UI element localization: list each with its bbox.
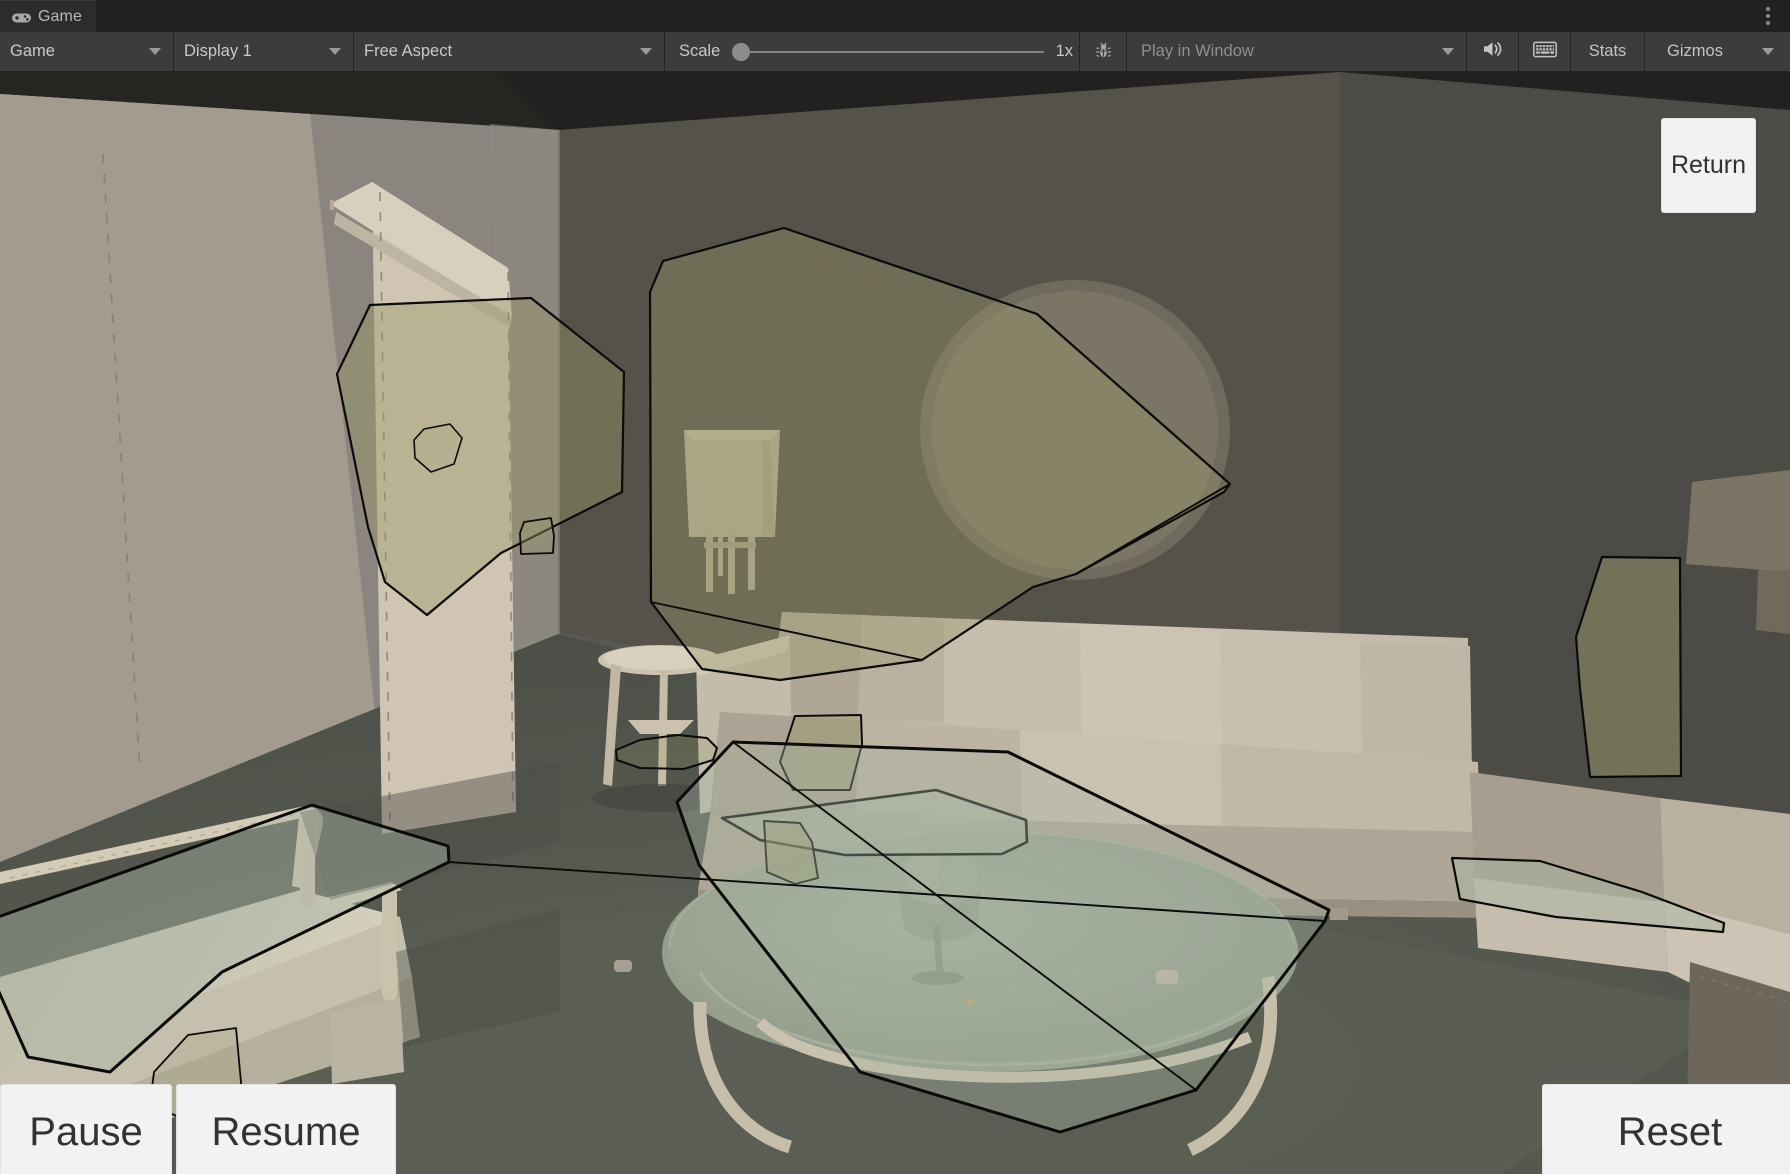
- scale-label: Scale: [679, 42, 721, 60]
- gamepad-icon: [12, 11, 31, 23]
- game-view-toolbar: Game Display 1 Free Aspect Scale 1x Play…: [0, 32, 1790, 72]
- input-shortcuts-toggle[interactable]: [1519, 32, 1571, 71]
- reset-button[interactable]: Reset: [1542, 1084, 1790, 1174]
- speaker-icon: [1482, 40, 1504, 63]
- chevron-down-icon: [1442, 48, 1454, 55]
- chevron-down-icon: [1761, 48, 1774, 55]
- debug-button[interactable]: [1080, 32, 1127, 71]
- bug-icon: [1094, 40, 1113, 64]
- gizmos-dropdown[interactable]: [1745, 32, 1790, 71]
- annotation-polygon-right-wall: [1574, 555, 1683, 779]
- return-button-label: Return: [1670, 151, 1747, 179]
- play-mode-dropdown[interactable]: Play in Window: [1127, 32, 1467, 71]
- chevron-down-icon: [149, 48, 161, 55]
- aspect-ratio-value: Free Aspect: [364, 42, 453, 60]
- reset-button-label: Reset: [1617, 1110, 1723, 1154]
- gizmos-toggle[interactable]: Gizmos: [1645, 32, 1745, 71]
- stats-label: Stats: [1588, 42, 1627, 60]
- kebab-menu-icon[interactable]: [1754, 0, 1782, 32]
- chevron-down-icon: [640, 48, 652, 55]
- display-value: Display 1: [184, 42, 252, 60]
- rendered-3d-scene: [0, 72, 1790, 1174]
- scale-slider-handle[interactable]: [732, 42, 751, 61]
- window-tab-bar: Game: [0, 0, 1790, 32]
- unity-game-window: Game Game Display 1 Free Aspect Scale 1x: [0, 0, 1790, 1174]
- play-mode-value: Play in Window: [1141, 42, 1254, 60]
- tab-game[interactable]: Game: [0, 0, 96, 32]
- game-viewport[interactable]: Return Pause Resume Reset: [0, 72, 1790, 1174]
- resume-button[interactable]: Resume: [176, 1084, 396, 1174]
- stats-toggle[interactable]: Stats: [1571, 32, 1645, 71]
- display-dropdown[interactable]: Display 1: [174, 32, 354, 71]
- mute-audio-toggle[interactable]: [1467, 32, 1519, 71]
- view-mode-dropdown[interactable]: Game: [0, 32, 174, 71]
- aspect-ratio-dropdown[interactable]: Free Aspect: [354, 32, 665, 71]
- tab-game-label: Game: [38, 7, 82, 25]
- keyboard-icon: [1532, 41, 1557, 63]
- scale-slider[interactable]: [732, 42, 1044, 62]
- annotation-polygon-tiny-quad: [519, 517, 555, 555]
- gizmos-label: Gizmos: [1667, 42, 1723, 60]
- scale-slider-track: [741, 50, 1044, 53]
- resume-button-label: Resume: [211, 1110, 361, 1154]
- pause-button-label: Pause: [29, 1110, 143, 1154]
- view-mode-value: Game: [10, 42, 55, 60]
- pause-button[interactable]: Pause: [0, 1084, 172, 1174]
- return-button[interactable]: Return: [1661, 118, 1756, 213]
- chevron-down-icon: [329, 48, 341, 55]
- scale-control[interactable]: Scale 1x: [665, 32, 1080, 71]
- scale-value: 1x: [1055, 42, 1073, 60]
